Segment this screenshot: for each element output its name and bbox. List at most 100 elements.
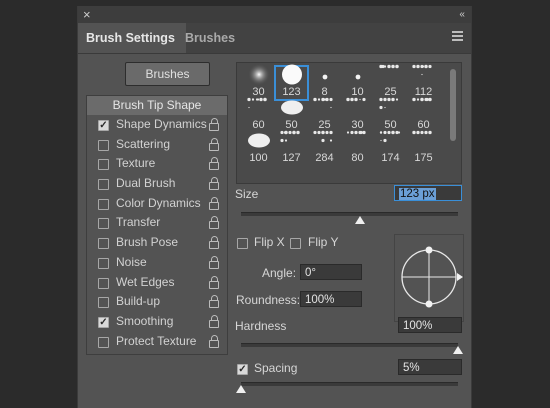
option-label: Smoothing [116,313,174,328]
option-checkbox[interactable] [98,198,109,210]
settings-option-protect-texture[interactable]: Protect Texture [87,332,227,352]
brush-preset[interactable]: 175 [407,130,440,166]
hardness-label: Hardness [235,319,287,333]
settings-option-transfer[interactable]: Transfer [87,213,227,233]
settings-option-build-up[interactable]: Build-up [87,292,227,312]
settings-option-smoothing[interactable]: ✓ Smoothing [87,312,227,332]
settings-option-color-dynamics[interactable]: Color Dynamics [87,194,227,214]
settings-option-texture[interactable]: Texture [87,154,227,174]
size-field[interactable]: 123 px [394,185,462,201]
brush-presets-grid: 30 123 8 10 25 112 60 50 25 30 50 60 100 127 284 80 174 1… [236,62,462,184]
lock-icon[interactable] [209,137,219,151]
lock-icon[interactable] [209,177,219,191]
brush-preset-size: 60 [417,119,430,131]
flip-y-checkbox[interactable] [290,238,301,249]
settings-option-wet-edges[interactable]: Wet Edges [87,273,227,293]
size-slider-track[interactable] [241,212,458,216]
brush-preset-size: 112 [414,86,433,98]
lock-icon[interactable] [209,236,219,250]
lock-icon[interactable] [209,295,219,309]
brush-preset[interactable]: 30 [341,97,374,133]
option-label: Dual Brush [116,176,176,191]
option-checkbox[interactable] [98,277,109,289]
option-checkbox[interactable] [98,139,109,151]
brush-preset-size: 60 [252,119,265,131]
tab-brushes[interactable]: Brushes [177,23,243,53]
hardness-slider-track[interactable] [241,343,458,347]
brush-preset[interactable]: 80 [341,130,374,166]
flip-y-label: Flip Y [308,235,339,249]
close-icon[interactable]: × [83,6,91,23]
brush-preset-size: 8 [321,86,328,98]
lock-icon[interactable] [209,255,219,269]
brush-preset-size: 174 [381,152,400,164]
brush-preset[interactable]: 8 [308,66,341,100]
size-slider-thumb[interactable] [355,216,366,224]
flip-x-checkbox[interactable] [237,238,248,249]
settings-option-dual-brush[interactable]: Dual Brush [87,174,227,194]
hardness-slider-thumb[interactable] [453,346,463,354]
collapse-icon[interactable]: ‹‹ [459,6,465,23]
brush-settings-panel: × ‹‹ Brush Settings Brushes Brushes Brus… [77,6,472,408]
option-checkbox[interactable]: ✓ [98,120,109,131]
brush-preset[interactable]: 10 [341,66,374,100]
option-label: Build-up [116,294,161,309]
size-label: Size [235,187,259,201]
spacing-checkbox[interactable]: ✓ [237,364,248,375]
hardness-field[interactable]: 100% [398,317,462,333]
lock-icon[interactable] [209,334,219,348]
brush-preset[interactable]: 60 [407,97,440,133]
brush-preset-size: 30 [351,119,364,131]
option-checkbox[interactable] [98,297,109,309]
option-checkbox[interactable] [98,179,109,191]
panel-menu-icon[interactable] [452,31,463,43]
angle-dial-icon[interactable] [395,235,463,321]
flip-x-label: Flip X [254,235,285,249]
brush-preset[interactable]: 50 [374,97,407,133]
option-checkbox[interactable] [98,257,109,269]
settings-option-scattering[interactable]: Scattering [87,135,227,155]
brush-preset[interactable]: 60 [242,97,275,133]
spacing-slider-track[interactable] [241,382,458,386]
brush-preset-size: 30 [252,86,265,98]
brush-preset-size: 100 [249,152,268,164]
option-checkbox[interactable] [98,218,109,230]
lock-icon[interactable] [209,157,219,171]
brush-preset[interactable]: 30 [242,63,275,100]
brush-preset[interactable]: 127 [275,130,308,166]
presets-scrollbar[interactable] [450,69,456,141]
settings-option-noise[interactable]: Noise [87,253,227,273]
option-checkbox[interactable] [98,159,109,171]
settings-option-shape-dynamics[interactable]: ✓ Shape Dynamics [87,115,227,135]
lock-icon[interactable] [209,275,219,289]
option-checkbox[interactable] [98,238,109,250]
spacing-field[interactable]: 5% [398,359,462,375]
brush-preset[interactable]: 100 [242,132,275,166]
brush-preset[interactable]: 123 [274,64,309,101]
brushes-button[interactable]: Brushes [125,62,210,86]
brush-preset[interactable]: 284 [308,130,341,166]
settings-option-brush-pose[interactable]: Brush Pose [87,233,227,253]
angle-label: Angle: [262,266,297,280]
roundness-label: Roundness: [236,293,301,307]
lock-icon[interactable] [209,314,219,328]
option-checkbox[interactable]: ✓ [98,316,109,328]
lock-icon[interactable] [209,216,219,230]
roundness-field[interactable]: 100% [300,291,362,307]
option-label: Scattering [116,136,171,151]
brush-preset-size: 80 [351,152,364,164]
angle-roundness-preview[interactable] [394,234,464,322]
lock-icon[interactable] [209,118,219,131]
brush-preset[interactable]: 25 [308,97,341,133]
brush-preset[interactable]: 50 [275,99,308,133]
angle-field[interactable]: 0° [300,264,362,280]
lock-icon[interactable] [209,196,219,210]
brush-preset-size: 25 [318,119,331,131]
brush-preset[interactable]: 25 [374,64,407,100]
option-checkbox[interactable] [98,336,109,348]
tab-brush-settings[interactable]: Brush Settings [78,23,186,53]
brush-preset[interactable]: 112 [407,64,440,100]
spacing-slider-thumb[interactable] [236,385,246,393]
brush-preset[interactable]: 174 [374,130,407,166]
brush-tip-shape-item[interactable]: Brush Tip Shape [87,96,227,115]
